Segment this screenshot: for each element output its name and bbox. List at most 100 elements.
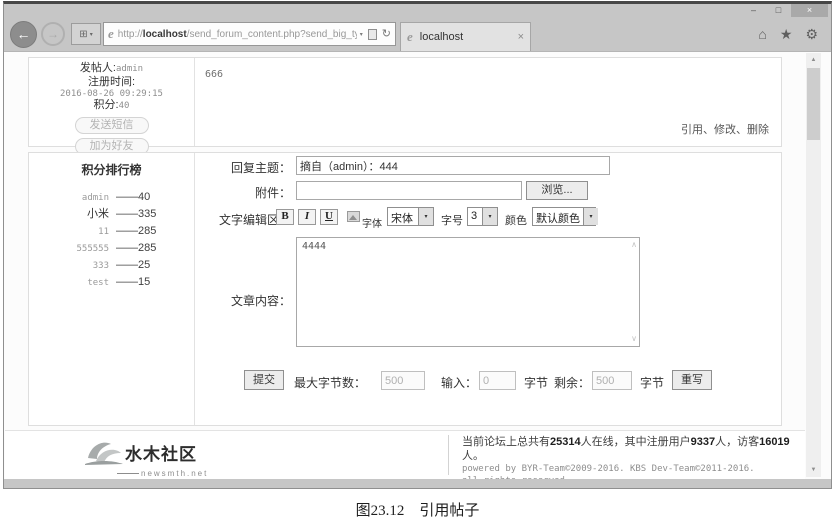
bold-button[interactable]: B xyxy=(276,209,294,225)
settings-gear-icon[interactable]: ⚙ xyxy=(805,27,818,41)
ranking-user: 555555 xyxy=(29,241,109,258)
register-time-value: 2016-08-26 09:29:15 xyxy=(29,89,194,99)
home-icon[interactable]: ⌂ xyxy=(758,27,766,41)
color-label: 颜色 xyxy=(505,212,527,228)
remain-bytes-input xyxy=(592,371,632,390)
tab-localhost[interactable]: e localhost × xyxy=(400,22,531,51)
ranking-user: admin xyxy=(29,190,109,207)
forward-button[interactable]: → xyxy=(41,22,65,46)
compatibility-icon[interactable] xyxy=(368,29,377,40)
footer-text-block: 当前论坛上总共有25314人在线，其中注册用户9337人，访客16019人。 p… xyxy=(462,435,805,479)
page-menu-button[interactable]: ⊞ ▾ xyxy=(71,23,101,45)
send-message-button[interactable]: 发送短信 xyxy=(75,117,149,134)
ie-logo-icon: e xyxy=(108,26,114,42)
page-scrollbar[interactable]: ▲ ▼ xyxy=(806,53,821,477)
ranking-user: 小米 xyxy=(29,206,109,223)
title-bar: – □ × xyxy=(4,4,831,17)
ranking-row: 333——25 xyxy=(29,257,194,274)
font-size-select[interactable]: 3 ▾ xyxy=(467,207,498,226)
underline-button[interactable]: U xyxy=(320,209,338,225)
scroll-up-icon[interactable]: ∧ xyxy=(631,241,637,249)
footer-divider xyxy=(448,435,449,475)
attachment-label: 附件： xyxy=(195,184,291,201)
rewrite-button[interactable]: 重写 xyxy=(672,370,712,390)
smth-logo[interactable]: 水木社区 xyxy=(83,436,197,468)
page-grid-icon: ⊞ xyxy=(79,29,87,40)
page-content: 发帖人:admin 注册时间: 2016-08-26 09:29:15 积分:4… xyxy=(4,51,831,479)
smth-domain: newsmth.net xyxy=(117,469,208,478)
chevron-down-icon: ▾ xyxy=(482,208,497,225)
minimize-button[interactable]: – xyxy=(741,4,766,17)
maximize-button[interactable]: □ xyxy=(766,4,791,17)
url-dropdown-icon[interactable]: ▾ xyxy=(360,31,363,38)
url-text[interactable]: http://localhost/send_forum_content.php?… xyxy=(118,29,357,40)
site-footer: 水木社区 newsmth.net 当前论坛上总共有25314人在线，其中注册用户… xyxy=(5,430,805,479)
ranking-row: 555555——285 xyxy=(29,240,194,257)
back-button[interactable]: ← xyxy=(10,21,37,48)
address-bar[interactable]: e http://localhost/send_forum_content.ph… xyxy=(103,22,396,46)
chevron-down-icon: ▾ xyxy=(90,31,93,38)
subject-label: 回复主题： xyxy=(195,159,291,176)
window-controls: – □ × xyxy=(741,4,828,17)
max-bytes-input xyxy=(381,371,425,390)
score-ranking-panel: 积分排行榜 admin——40 小米——335 11——285 555555——… xyxy=(29,153,195,425)
url-host: localhost xyxy=(143,29,187,40)
content-label: 文章内容： xyxy=(195,292,291,309)
italic-button[interactable]: I xyxy=(298,209,316,225)
content-textarea-wrap: 4444 ∧ ∨ xyxy=(296,237,640,347)
favorites-star-icon[interactable]: ★ xyxy=(780,27,793,41)
submit-button[interactable]: 提交 xyxy=(244,370,284,390)
scroll-up-icon[interactable]: ▲ xyxy=(806,53,821,67)
chevron-down-icon: ▾ xyxy=(418,208,433,225)
ranking-row: admin——40 xyxy=(29,189,194,206)
quote-link[interactable]: 引用 xyxy=(681,124,703,136)
font-family-select[interactable]: 宋体 ▾ xyxy=(387,207,434,226)
main-section: 积分排行榜 admin——40 小米——335 11——285 555555——… xyxy=(28,152,782,426)
refresh-icon[interactable]: ↻ xyxy=(382,29,391,40)
post-body-text: 666 xyxy=(205,69,223,80)
content-textarea[interactable]: 4444 xyxy=(297,238,639,346)
ranking-user: 333 xyxy=(29,258,109,275)
subject-input[interactable] xyxy=(296,156,610,175)
browse-button[interactable]: 浏览... xyxy=(526,181,588,200)
chevron-down-icon: ▾ xyxy=(583,208,598,225)
poster-score: 40 xyxy=(119,101,130,111)
post-content-cell: 666 引用、修改、删除 xyxy=(195,58,781,146)
tab-favicon-icon: e xyxy=(407,29,413,45)
font-icon-label: 字体 xyxy=(362,215,382,230)
address-bar-tools: ▾ ↻ xyxy=(357,29,391,40)
font-size-label: 字号 xyxy=(441,212,463,228)
byte-unit-label: 字节 xyxy=(524,374,548,391)
figure-caption: 图23.12 引用帖子 xyxy=(0,499,835,520)
ranking-row: 11 ——285 xyxy=(29,223,194,240)
delete-link[interactable]: 删除 xyxy=(747,124,769,136)
attachment-file-input[interactable] xyxy=(296,181,522,200)
ranking-score: ——335 xyxy=(116,206,156,223)
smth-logo-icon xyxy=(83,436,125,468)
remain-bytes-label: 剩余： xyxy=(554,374,590,391)
close-button[interactable]: × xyxy=(791,4,828,17)
post-row: 发帖人:admin 注册时间: 2016-08-26 09:29:15 积分:4… xyxy=(28,57,782,147)
scroll-down-icon[interactable]: ▼ xyxy=(806,463,821,477)
poster-name-line: 发帖人:admin xyxy=(29,62,194,76)
tab-close-icon[interactable]: × xyxy=(518,31,524,43)
tab-title: localhost xyxy=(417,31,518,43)
ranking-user: 11 xyxy=(29,224,109,241)
modify-link[interactable]: 修改 xyxy=(714,124,736,136)
scroll-down-icon[interactable]: ∨ xyxy=(631,335,637,343)
insert-image-icon[interactable] xyxy=(347,211,360,222)
max-bytes-label: 最大字节数： xyxy=(294,374,366,391)
browser-window: – □ × ← → ⊞ ▾ e http://localhost/send_fo… xyxy=(3,1,832,489)
guest-count: 16019 xyxy=(759,436,790,448)
poster-info-panel: 发帖人:admin 注册时间: 2016-08-26 09:29:15 积分:4… xyxy=(29,58,195,146)
input-bytes-input xyxy=(479,371,516,390)
ranking-score: ——285 xyxy=(116,223,156,240)
post-action-links: 引用、修改、删除 xyxy=(681,121,769,137)
ranking-row: test——15 xyxy=(29,274,194,291)
reply-form: 回复主题： 附件： 浏览... 文字编辑区： B I U 字体 宋体 ▾ 字号 … xyxy=(195,153,781,425)
powered-by-line: powered by BYR-Team©2009-2016. KBS Dev-T… xyxy=(462,463,805,475)
font-color-select[interactable]: 默认颜色 ▾ xyxy=(532,207,596,226)
poster-score-line: 积分:40 xyxy=(29,99,194,113)
navigation-bar: ← → ⊞ ▾ e http://localhost/send_forum_co… xyxy=(4,17,831,51)
scrollbar-thumb[interactable] xyxy=(807,68,820,140)
